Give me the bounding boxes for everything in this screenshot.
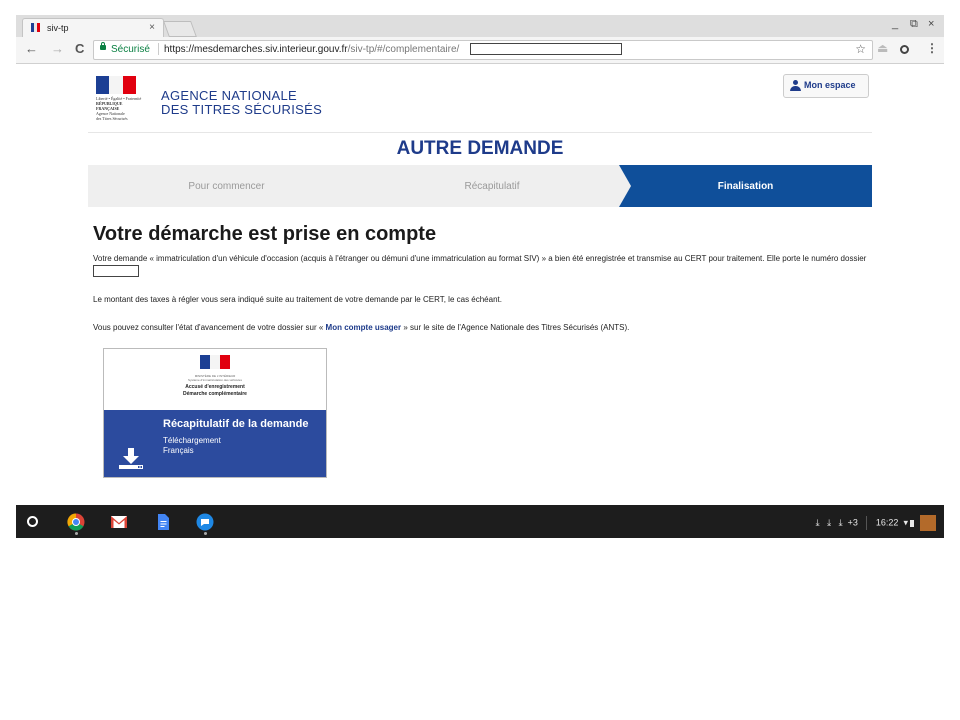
paragraph-2: Le montant des taxes à régler vous sera …: [93, 295, 502, 304]
user-icon: [790, 80, 801, 91]
card-title: Récapitulatif de la demande: [163, 418, 309, 430]
redacted-box: [470, 43, 622, 55]
tab-close-icon[interactable]: ×: [149, 22, 155, 33]
download-icon: ⤓: [815, 517, 820, 528]
lock-icon: [100, 42, 106, 50]
url-host: https://mesdemarches.siv.interieur.gouv.…: [164, 44, 348, 55]
card-footer: Récapitulatif de la demande Téléchargeme…: [104, 410, 326, 477]
avatar: [920, 515, 936, 531]
card-ack-1: Accusé d'enregistrement: [185, 384, 245, 390]
screen: siv-tp × _ ⧉ × ← → C Sécurisé https://me…: [16, 15, 944, 538]
browser-toolbar: ← → C Sécurisé https://mesdemarches.siv.…: [16, 37, 944, 64]
page-title: AUTRE DEMANDE: [396, 138, 564, 159]
step-finalisation: Finalisation: [619, 165, 872, 207]
gmail-icon[interactable]: [110, 513, 128, 531]
address-bar[interactable]: Sécurisé https://mesdemarches.siv.interi…: [93, 40, 873, 60]
reload-icon[interactable]: C: [75, 41, 84, 56]
tab-title: siv-tp: [47, 23, 69, 33]
download-icon: ⤓: [827, 517, 832, 528]
os-shelf: ⤓ ⤓ ⤓ +3 16:22 ▾: [16, 505, 944, 538]
launcher-icon[interactable]: [27, 516, 38, 527]
paragraph-3: Vous pouvez consulter l'état d'avancemen…: [93, 323, 630, 332]
mon-espace-button[interactable]: Mon espace: [783, 74, 869, 98]
new-tab-button[interactable]: [163, 21, 197, 37]
confirmation-heading: Votre démarche est prise en compte: [93, 223, 437, 245]
menu-kebab-icon[interactable]: ⋮: [926, 41, 938, 55]
star-icon[interactable]: ☆: [855, 42, 866, 56]
chrome-icon[interactable]: [67, 513, 85, 531]
card-preview: MINISTÈRE DE L'INTÉRIEUR Système d'immat…: [104, 349, 326, 410]
messages-icon[interactable]: [196, 513, 214, 531]
card-subtitle: Téléchargement Français: [163, 436, 221, 455]
dossier-number-redacted: [93, 265, 139, 277]
agency-line-1: AGENCE NATIONALE: [161, 88, 298, 103]
download-icon: ⤓: [838, 517, 843, 528]
paragraph-1: Votre demande « immatriculation d'un véh…: [93, 253, 873, 277]
download-recap-card[interactable]: MINISTÈRE DE L'INTÉRIEUR Système d'immat…: [103, 348, 327, 478]
agency-name: AGENCE NATIONALE DES TITRES SÉCURISÉS: [161, 89, 322, 117]
ants-logo: Liberté • Égalité • Fraternité RÉPUBLIQU…: [96, 76, 146, 122]
divider: [88, 132, 872, 133]
extension-icon[interactable]: [900, 45, 909, 54]
wifi-icon: ▾: [903, 517, 908, 528]
address-separator: [158, 43, 159, 55]
paragraph-1-text: Votre demande « immatriculation d'un véh…: [93, 254, 867, 263]
clock-time: 16:22: [875, 517, 899, 528]
card-flag-logo: [200, 355, 230, 369]
card-ack-2: Démarche complémentaire: [183, 391, 247, 397]
tab-strip: siv-tp × _ ⧉ ×: [16, 15, 944, 38]
progress-steps: Pour commencer Récapitulatif Finalisatio…: [88, 165, 872, 207]
url-path: /siv-tp/#/complementaire/: [347, 44, 460, 55]
restore-button[interactable]: ⧉: [910, 18, 918, 31]
close-window-button[interactable]: ×: [928, 18, 934, 30]
download-icon: [119, 448, 143, 469]
secure-label: Sécurisé: [111, 44, 150, 55]
browser-tab[interactable]: siv-tp ×: [22, 18, 164, 38]
notification-count: +3: [847, 517, 858, 528]
download-icon[interactable]: ⏏: [877, 41, 888, 55]
logo-flag: [96, 76, 136, 94]
page-content: Liberté • Égalité • Fraternité RÉPUBLIQU…: [16, 64, 944, 505]
url-text: https://mesdemarches.siv.interieur.gouv.…: [164, 44, 459, 55]
minimize-button[interactable]: _: [892, 18, 898, 30]
agency-line-2: DES TITRES SÉCURISÉS: [161, 102, 323, 117]
step-arrow: [619, 165, 631, 207]
docs-icon[interactable]: [154, 513, 172, 531]
mon-compte-usager-link[interactable]: Mon compte usager: [326, 323, 402, 332]
step-recapitulatif: Récapitulatif: [464, 180, 520, 192]
back-arrow-icon[interactable]: ←: [25, 41, 38, 56]
status-tray[interactable]: ⤓ ⤓ ⤓ +3 16:22 ▾: [816, 515, 936, 531]
favicon-icon: [31, 23, 41, 32]
forward-arrow-icon[interactable]: →: [51, 41, 64, 56]
mon-espace-label: Mon espace: [804, 80, 856, 90]
step-pour-commencer: Pour commencer: [188, 180, 265, 192]
battery-icon: [910, 519, 915, 527]
